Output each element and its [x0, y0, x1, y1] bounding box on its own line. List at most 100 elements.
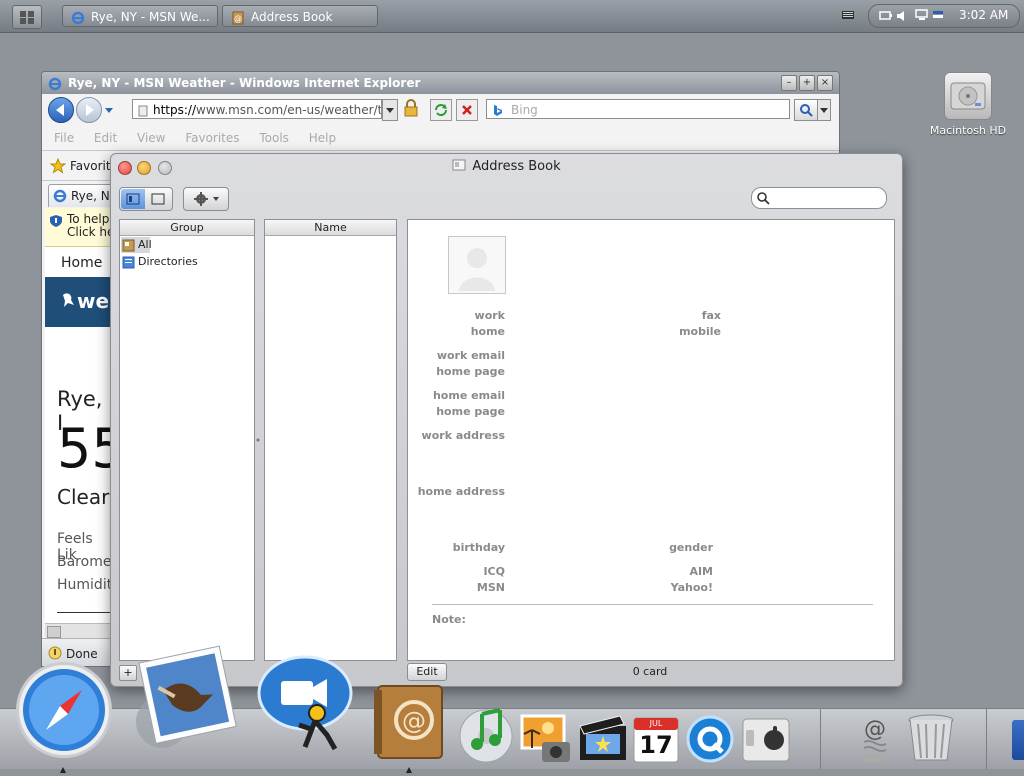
- contact-photo[interactable]: [448, 236, 506, 294]
- volume-icon[interactable]: [897, 10, 905, 21]
- address-book-icon[interactable]: @: [372, 682, 448, 762]
- label-msn: MSN: [476, 581, 505, 594]
- trash-icon[interactable]: [906, 712, 956, 764]
- menu-file[interactable]: File: [54, 131, 74, 145]
- stop-button[interactable]: [456, 99, 478, 121]
- maximize-button[interactable]: +: [799, 75, 815, 91]
- view-toggle: [119, 187, 173, 211]
- minimize-button[interactable]: –: [781, 75, 797, 91]
- imovie-icon[interactable]: [576, 712, 630, 764]
- hard-drive-icon[interactable]: [944, 72, 992, 120]
- running-indicator: [406, 762, 412, 773]
- security-status-icon: [48, 646, 62, 660]
- taskbar-item-label: Rye, NY - MSN We...: [91, 10, 210, 24]
- running-indicator: [60, 762, 66, 773]
- group-item-all[interactable]: All: [121, 237, 152, 253]
- mail-icon[interactable]: [130, 642, 238, 750]
- lock-icon[interactable]: [402, 98, 420, 118]
- label-work: work: [474, 309, 505, 322]
- status-text: Done: [66, 647, 98, 661]
- label-home-email: home email: [432, 389, 505, 402]
- ical-icon[interactable]: JUL 17: [632, 714, 680, 764]
- name-column-header[interactable]: Name: [265, 220, 396, 236]
- card-count: 0 card: [632, 665, 668, 678]
- ie-icon: [53, 189, 67, 203]
- downloads-stack-icon[interactable]: [1012, 720, 1024, 760]
- group-pane: Group All Directories: [119, 219, 255, 661]
- address-book-icon: @: [231, 10, 245, 25]
- group-item-directories[interactable]: Directories: [121, 254, 241, 270]
- divider: [42, 150, 839, 151]
- label-aim: AIM: [689, 565, 713, 578]
- menu-edit[interactable]: Edit: [94, 131, 117, 145]
- directory-icon: [122, 255, 135, 269]
- weather-banner: wea: [45, 277, 123, 327]
- safari-icon[interactable]: [14, 660, 114, 760]
- taskbar-item-address-book[interactable]: @ Address Book: [222, 5, 378, 27]
- label-fax: fax: [701, 309, 721, 322]
- clock[interactable]: 3:02 AM: [959, 8, 1008, 22]
- ichat-icon[interactable]: [255, 655, 355, 755]
- ical-month: JUL: [649, 719, 663, 728]
- card-and-columns-view-button[interactable]: [121, 189, 145, 209]
- group-column-header[interactable]: Group: [120, 220, 254, 236]
- battery-icon[interactable]: [879, 9, 893, 21]
- split-handle[interactable]: [256, 432, 260, 442]
- label-home: home: [470, 325, 505, 338]
- menu-help[interactable]: Help: [309, 131, 336, 145]
- label-yahoo: Yahoo!: [670, 581, 713, 594]
- taskbar-item-ie[interactable]: Rye, NY - MSN We...: [62, 5, 218, 27]
- menu-tools[interactable]: Tools: [259, 131, 289, 145]
- start-button[interactable]: [12, 5, 42, 29]
- ie-menu-bar: File Edit View Favorites Tools Help: [54, 131, 352, 145]
- keyboard-icon[interactable]: [842, 9, 854, 21]
- ie-title-bar[interactable]: Rye, NY - MSN Weather - Windows Internet…: [42, 72, 839, 94]
- label-work-email: work email: [436, 349, 505, 362]
- dock-separator: [986, 709, 987, 769]
- condition: Clear: [57, 485, 110, 509]
- back-button[interactable]: [48, 97, 74, 123]
- horizontal-scrollbar[interactable]: [45, 623, 115, 638]
- search-input[interactable]: [751, 187, 887, 209]
- forward-button[interactable]: [76, 97, 102, 123]
- favorites-star-icon[interactable]: [49, 157, 67, 174]
- close-button[interactable]: ×: [817, 75, 833, 91]
- action-menu-button[interactable]: [183, 187, 229, 211]
- favorites-label[interactable]: Favorit: [70, 159, 111, 173]
- divider: [432, 604, 873, 605]
- group-item-label: All: [138, 238, 152, 251]
- name-pane: Name: [264, 219, 397, 661]
- gear-icon: [192, 191, 220, 207]
- taskbar: Rye, NY - MSN We... @ Address Book 3:02 …: [0, 0, 1024, 33]
- search-button[interactable]: [794, 99, 818, 121]
- divider: [57, 612, 113, 613]
- group-item-label: Directories: [138, 255, 198, 268]
- page-icon: [137, 103, 149, 117]
- address-dropdown-button[interactable]: [382, 99, 398, 121]
- window-title: Address Book: [111, 159, 902, 174]
- chevron-down-icon[interactable]: [104, 104, 114, 114]
- scroll-left-button[interactable]: [47, 626, 61, 638]
- search-input[interactable]: Bing: [486, 99, 790, 119]
- label-home-page-2: home page: [436, 405, 505, 418]
- itunes-icon[interactable]: [456, 704, 516, 764]
- network-icon[interactable]: [915, 9, 931, 21]
- mail-alias-icon[interactable]: @: [854, 712, 896, 764]
- nav-home[interactable]: Home: [61, 255, 102, 271]
- iphoto-icon[interactable]: [518, 712, 574, 764]
- refresh-button[interactable]: [430, 99, 452, 121]
- system-preferences-icon[interactable]: [740, 716, 792, 764]
- card-pane: work home work email home page home emai…: [407, 219, 895, 661]
- label-icq: ICQ: [483, 565, 505, 578]
- label-gender: gender: [669, 541, 713, 554]
- address-bar[interactable]: https://www.msn.com/en-us/weather/t: [132, 99, 382, 119]
- menu-favorites[interactable]: Favorites: [185, 131, 239, 145]
- quicktime-icon[interactable]: [684, 714, 736, 764]
- menu-view[interactable]: View: [137, 131, 165, 145]
- taskbar-item-label: Address Book: [251, 10, 333, 24]
- card-only-view-button[interactable]: [146, 189, 170, 209]
- bing-icon: [492, 103, 504, 116]
- flag-icon[interactable]: [933, 9, 943, 21]
- tab-label: Rye, N: [71, 189, 110, 203]
- search-dropdown-button[interactable]: [817, 99, 831, 121]
